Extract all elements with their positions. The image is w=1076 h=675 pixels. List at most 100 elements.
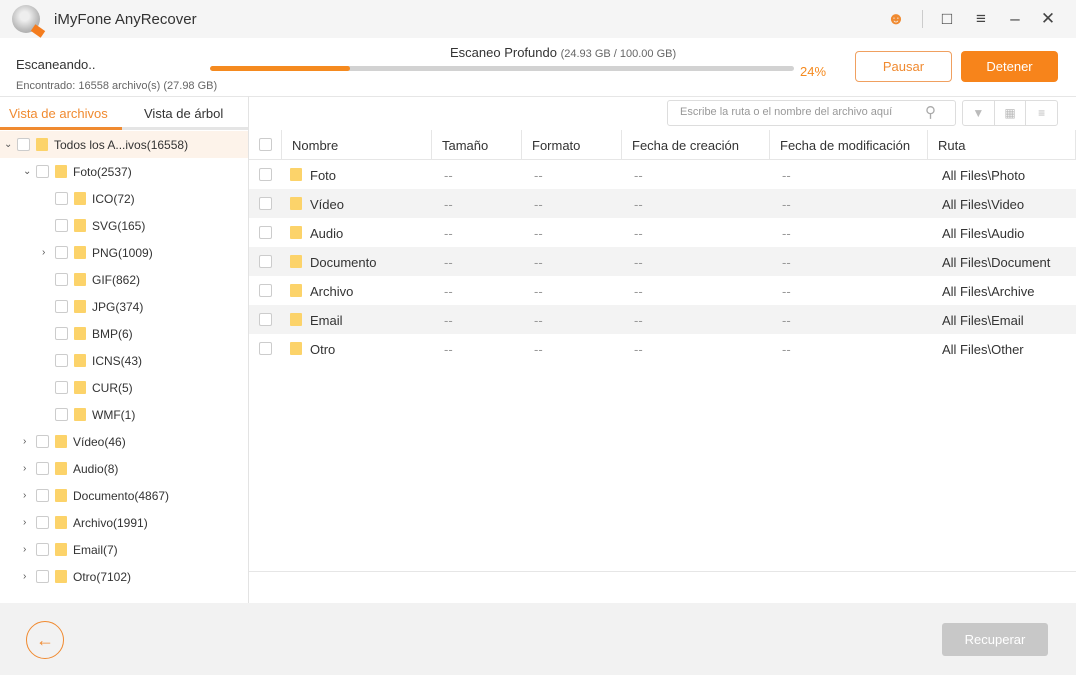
tree-checkbox[interactable] bbox=[55, 408, 68, 421]
cell-size: -- bbox=[444, 284, 453, 299]
tree-checkbox[interactable] bbox=[36, 462, 49, 475]
chevron-right-icon[interactable]: › bbox=[23, 463, 26, 474]
tree-item[interactable]: › Archivo(1991) bbox=[0, 509, 248, 536]
close-icon[interactable]: ✕ bbox=[1037, 8, 1059, 30]
list-view-icon[interactable]: ≡ bbox=[1026, 101, 1057, 125]
tree-checkbox[interactable] bbox=[17, 138, 30, 151]
chevron-right-icon[interactable]: › bbox=[23, 544, 26, 555]
menu-icon[interactable]: ≡ bbox=[970, 8, 992, 30]
cell-path: All Files\Email bbox=[942, 313, 1024, 328]
tree-checkbox[interactable] bbox=[36, 489, 49, 502]
folder-icon bbox=[74, 273, 86, 286]
tree-item[interactable]: CUR(5) bbox=[0, 374, 248, 401]
row-checkbox[interactable] bbox=[259, 197, 272, 210]
cell-format: -- bbox=[534, 313, 543, 328]
table-row[interactable]: Email -- -- -- -- All Files\Email bbox=[249, 305, 1076, 334]
tree-item[interactable]: JPG(374) bbox=[0, 293, 248, 320]
tab-file-view[interactable]: Vista de archivos bbox=[9, 106, 108, 121]
tree-checkbox[interactable] bbox=[55, 219, 68, 232]
tree-checkbox[interactable] bbox=[36, 543, 49, 556]
tree-item[interactable]: › Audio(8) bbox=[0, 455, 248, 482]
chevron-right-icon[interactable]: › bbox=[23, 571, 26, 582]
chevron-right-icon[interactable]: › bbox=[23, 490, 26, 501]
table-row[interactable]: Documento -- -- -- -- All Files\Document bbox=[249, 247, 1076, 276]
tree-item[interactable]: ⌄ Todos los A...ivos(16558) bbox=[0, 131, 248, 158]
folder-icon bbox=[74, 354, 86, 367]
scan-mode-label: Escaneo Profundo bbox=[450, 45, 557, 60]
search-icon[interactable]: ⚲ bbox=[925, 103, 936, 121]
table-row[interactable]: Vídeo -- -- -- -- All Files\Video bbox=[249, 189, 1076, 218]
tree-item[interactable]: › PNG(1009) bbox=[0, 239, 248, 266]
tree-item[interactable]: ICNS(43) bbox=[0, 347, 248, 374]
tree-item[interactable]: BMP(6) bbox=[0, 320, 248, 347]
search-input[interactable]: Escribe la ruta o el nombre del archivo … bbox=[667, 100, 956, 126]
row-checkbox[interactable] bbox=[259, 255, 272, 268]
tree-checkbox[interactable] bbox=[55, 246, 68, 259]
cell-name: Email bbox=[310, 313, 343, 328]
tree-item[interactable]: GIF(862) bbox=[0, 266, 248, 293]
tree-label: Vídeo(46) bbox=[73, 434, 126, 449]
back-button[interactable]: ← bbox=[26, 621, 64, 659]
cell-created: -- bbox=[634, 284, 643, 299]
cell-name: Archivo bbox=[310, 284, 354, 299]
row-checkbox[interactable] bbox=[259, 342, 272, 355]
tree-checkbox[interactable] bbox=[55, 381, 68, 394]
tree-item[interactable]: › Otro(7102) bbox=[0, 563, 248, 590]
column-header[interactable]: Tamaño bbox=[432, 130, 522, 160]
tree-checkbox[interactable] bbox=[36, 435, 49, 448]
row-checkbox[interactable] bbox=[259, 226, 272, 239]
user-icon[interactable]: ☻ bbox=[885, 8, 907, 30]
stop-button[interactable]: Detener bbox=[961, 51, 1058, 82]
tree-checkbox[interactable] bbox=[55, 327, 68, 340]
feedback-icon[interactable]: □ bbox=[936, 8, 958, 30]
select-all-checkbox[interactable] bbox=[259, 138, 272, 151]
row-checkbox[interactable] bbox=[259, 284, 272, 297]
column-header[interactable]: Ruta bbox=[928, 130, 1076, 160]
tree-item[interactable]: › Vídeo(46) bbox=[0, 428, 248, 455]
tree-checkbox[interactable] bbox=[36, 165, 49, 178]
found-summary: Encontrado: 16558 archivo(s) (27.98 GB) bbox=[16, 80, 218, 92]
tree-item[interactable]: ICO(72) bbox=[0, 185, 248, 212]
column-header[interactable]: Fecha de modificación bbox=[770, 130, 928, 160]
tree-item[interactable]: WMF(1) bbox=[0, 401, 248, 428]
cell-size: -- bbox=[444, 342, 453, 357]
column-header[interactable]: Fecha de creación bbox=[622, 130, 770, 160]
chevron-down-icon[interactable]: ⌄ bbox=[23, 166, 31, 177]
cell-path: All Files\Photo bbox=[942, 168, 1026, 183]
tree-item[interactable]: ⌄ Foto(2537) bbox=[0, 158, 248, 185]
row-checkbox[interactable] bbox=[259, 168, 272, 181]
tree-checkbox[interactable] bbox=[55, 273, 68, 286]
filter-icon[interactable]: ▼ bbox=[963, 101, 995, 125]
column-header[interactable]: Nombre bbox=[282, 130, 432, 160]
tree-checkbox[interactable] bbox=[55, 192, 68, 205]
row-checkbox[interactable] bbox=[259, 313, 272, 326]
folder-icon bbox=[290, 284, 302, 297]
tree-label: Todos los A...ivos(16558) bbox=[54, 137, 189, 152]
table-row[interactable]: Otro -- -- -- -- All Files\Other bbox=[249, 334, 1076, 363]
cell-format: -- bbox=[534, 284, 543, 299]
grid-view-icon[interactable]: ▦ bbox=[995, 101, 1027, 125]
chevron-down-icon[interactable]: ⌄ bbox=[4, 139, 12, 150]
view-toolbar: ▼ ▦ ≡ bbox=[962, 100, 1058, 126]
cell-created: -- bbox=[634, 197, 643, 212]
tree-item[interactable]: › Email(7) bbox=[0, 536, 248, 563]
tree-checkbox[interactable] bbox=[55, 300, 68, 313]
tree-checkbox[interactable] bbox=[55, 354, 68, 367]
table-row[interactable]: Audio -- -- -- -- All Files\Audio bbox=[249, 218, 1076, 247]
app-title: iMyFone AnyRecover bbox=[54, 11, 197, 28]
tree-item[interactable]: SVG(165) bbox=[0, 212, 248, 239]
cell-name: Audio bbox=[310, 226, 344, 241]
tree-item[interactable]: › Documento(4867) bbox=[0, 482, 248, 509]
tree-checkbox[interactable] bbox=[36, 570, 49, 583]
column-header[interactable]: Formato bbox=[522, 130, 622, 160]
tab-tree-view[interactable]: Vista de árbol bbox=[144, 106, 223, 121]
pause-button[interactable]: Pausar bbox=[855, 51, 952, 82]
minimize-icon[interactable]: – bbox=[1004, 8, 1026, 30]
table-row[interactable]: Archivo -- -- -- -- All Files\Archive bbox=[249, 276, 1076, 305]
chevron-right-icon[interactable]: › bbox=[23, 436, 26, 447]
tree-checkbox[interactable] bbox=[36, 516, 49, 529]
chevron-right-icon[interactable]: › bbox=[42, 247, 45, 258]
chevron-right-icon[interactable]: › bbox=[23, 517, 26, 528]
recover-button[interactable]: Recuperar bbox=[942, 623, 1048, 656]
table-row[interactable]: Foto -- -- -- -- All Files\Photo bbox=[249, 160, 1076, 189]
